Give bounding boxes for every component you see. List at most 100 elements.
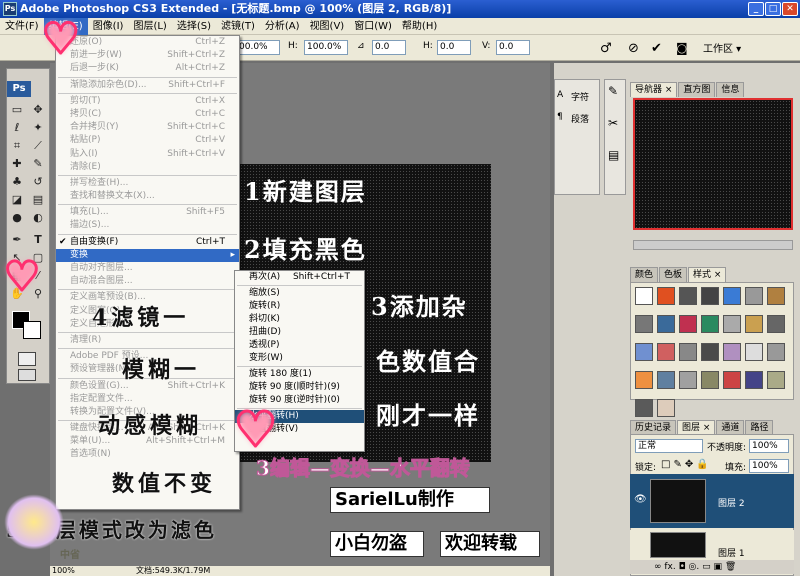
pen-tool-icon[interactable]: ✒ bbox=[10, 233, 24, 247]
gradient-tool-icon[interactable]: ▤ bbox=[31, 193, 45, 207]
maximize-button[interactable]: □ bbox=[765, 2, 781, 16]
transform-menu-item[interactable]: 变形(W) bbox=[235, 352, 364, 365]
layer-row-layer1[interactable]: 图层 1 bbox=[630, 530, 794, 560]
style-swatch[interactable] bbox=[745, 287, 763, 305]
style-swatch[interactable] bbox=[635, 315, 653, 333]
style-swatch[interactable] bbox=[767, 371, 785, 389]
character-panel-button[interactable]: 字符 bbox=[571, 90, 589, 103]
transform-menu-item[interactable]: 旋转 90 度(顺时针)(9) bbox=[235, 381, 364, 394]
transform-menu-item[interactable]: 扭曲(D) bbox=[235, 326, 364, 339]
style-swatch[interactable] bbox=[723, 343, 741, 361]
tab-color[interactable]: 颜色 bbox=[630, 267, 659, 282]
style-swatch[interactable] bbox=[635, 287, 653, 305]
warp-icon[interactable]: ♂ bbox=[600, 41, 612, 56]
menu-layer[interactable]: 图层(L) bbox=[128, 18, 171, 35]
brush-presets-icon[interactable]: ✎ bbox=[608, 84, 618, 98]
tab-channels[interactable]: 通道 bbox=[716, 420, 745, 435]
screen-mode-icon[interactable] bbox=[18, 369, 36, 381]
menu-filter[interactable]: 滤镜(T) bbox=[216, 18, 260, 35]
tab-styles[interactable]: 样式 × bbox=[688, 267, 727, 282]
healing-brush-icon[interactable]: ✚ bbox=[10, 157, 24, 171]
tab-paths[interactable]: 路径 bbox=[745, 420, 774, 435]
style-swatch[interactable] bbox=[767, 315, 785, 333]
style-swatch[interactable] bbox=[657, 287, 675, 305]
lasso-tool-icon[interactable]: ℓ bbox=[10, 121, 24, 135]
style-swatch[interactable] bbox=[745, 371, 763, 389]
tab-info[interactable]: 信息 bbox=[716, 82, 745, 97]
edit-menu-item[interactable]: 自由变换(F) Ctrl+T ✔ bbox=[56, 236, 239, 249]
tab-navigator[interactable]: 导航器 × bbox=[630, 82, 678, 97]
menu-window[interactable]: 窗口(W) bbox=[349, 18, 397, 35]
vskew-input[interactable]: 0.0 bbox=[496, 40, 530, 55]
style-swatch[interactable] bbox=[679, 287, 697, 305]
blend-mode-select[interactable]: 正常 bbox=[635, 439, 703, 453]
style-swatch[interactable] bbox=[745, 315, 763, 333]
bridge-icon[interactable]: ◙ bbox=[676, 41, 688, 55]
style-swatch[interactable] bbox=[745, 343, 763, 361]
style-swatch[interactable] bbox=[657, 315, 675, 333]
style-swatch[interactable] bbox=[701, 371, 719, 389]
move-tool-icon[interactable]: ✥ bbox=[31, 103, 45, 117]
tab-histogram[interactable]: 直方图 bbox=[678, 82, 716, 97]
tab-layers[interactable]: 图层 × bbox=[677, 420, 716, 435]
transform-menu-item[interactable]: 透视(P) bbox=[235, 339, 364, 352]
style-swatch[interactable] bbox=[723, 315, 741, 333]
navigator-preview[interactable] bbox=[633, 98, 793, 230]
crop-tool-icon[interactable]: ⌗ bbox=[10, 139, 24, 153]
workspace-button[interactable]: 工作区 ▾ bbox=[703, 40, 741, 55]
style-swatch[interactable] bbox=[679, 343, 697, 361]
commit-transform-icon[interactable]: ✔ bbox=[651, 41, 662, 56]
navigator-zoom-slider[interactable] bbox=[633, 240, 793, 250]
marquee-tool-icon[interactable]: ▭ bbox=[10, 103, 24, 117]
character-icon[interactable]: A bbox=[557, 90, 563, 100]
menu-select[interactable]: 选择(S) bbox=[172, 18, 216, 35]
style-swatch[interactable] bbox=[701, 287, 719, 305]
width-scale-input[interactable]: 00.0% bbox=[236, 40, 280, 55]
style-swatch[interactable] bbox=[635, 343, 653, 361]
style-swatch[interactable] bbox=[635, 399, 653, 417]
angle-input[interactable]: 0.0 bbox=[372, 40, 406, 55]
paragraph-icon[interactable]: ¶ bbox=[557, 112, 563, 122]
menu-file[interactable]: 文件(F) bbox=[0, 18, 44, 35]
tab-history[interactable]: 历史记录 bbox=[630, 420, 677, 435]
layer-row-layer2[interactable]: 👁 图层 2 bbox=[630, 474, 794, 528]
style-swatch[interactable] bbox=[635, 371, 653, 389]
style-swatch[interactable] bbox=[723, 371, 741, 389]
eraser-tool-icon[interactable]: ◪ bbox=[10, 193, 24, 207]
background-color-swatch[interactable] bbox=[23, 321, 41, 339]
layer-comps-icon[interactable]: ▤ bbox=[608, 148, 619, 162]
zoom-level[interactable]: 100% bbox=[52, 566, 75, 576]
hskew-input[interactable]: 0.0 bbox=[437, 40, 471, 55]
fill-input[interactable]: 100% bbox=[749, 459, 789, 473]
style-swatch[interactable] bbox=[701, 315, 719, 333]
magic-wand-icon[interactable]: ✦ bbox=[31, 121, 45, 135]
layer-visibility-icon[interactable]: 👁 bbox=[634, 494, 647, 505]
lock-icons[interactable]: □✎✥🔒 bbox=[661, 459, 712, 470]
type-tool-icon[interactable]: T bbox=[31, 233, 45, 247]
history-brush-icon[interactable]: ↺ bbox=[31, 175, 45, 189]
dodge-tool-icon[interactable]: ◐ bbox=[31, 211, 45, 225]
layers-bottom-toolbar[interactable]: ∞ fx. ◘ ◎. ▭ ▣ 🗑 bbox=[630, 560, 794, 574]
menu-analysis[interactable]: 分析(A) bbox=[260, 18, 305, 35]
blur-tool-icon[interactable]: ● bbox=[10, 211, 24, 225]
transform-menu-item[interactable]: 旋转 180 度(1) bbox=[235, 368, 364, 381]
quick-mask-icon[interactable] bbox=[18, 352, 36, 366]
style-swatch[interactable] bbox=[657, 371, 675, 389]
transform-menu-item[interactable]: 再次(A) Shift+Ctrl+T bbox=[235, 271, 364, 284]
style-swatch[interactable] bbox=[657, 399, 675, 417]
paragraph-panel-button[interactable]: 段落 bbox=[571, 112, 589, 125]
edit-menu-item[interactable]: 变换 ▸ bbox=[56, 248, 239, 262]
transform-menu-item[interactable]: 斜切(K) bbox=[235, 313, 364, 326]
tool-presets-icon[interactable]: ✂ bbox=[608, 116, 618, 130]
minimize-button[interactable]: _ bbox=[748, 2, 764, 16]
slice-tool-icon[interactable]: ⟋ bbox=[31, 139, 45, 153]
style-swatch[interactable] bbox=[767, 287, 785, 305]
close-button[interactable]: ✕ bbox=[782, 2, 798, 16]
brush-tool-icon[interactable]: ✎ bbox=[31, 157, 45, 171]
cancel-transform-icon[interactable]: ⊘ bbox=[628, 41, 639, 56]
clone-stamp-icon[interactable]: ♣ bbox=[10, 175, 24, 189]
style-swatch[interactable] bbox=[679, 315, 697, 333]
transform-menu-item[interactable]: 缩放(S) bbox=[235, 287, 364, 300]
menu-view[interactable]: 视图(V) bbox=[305, 18, 350, 35]
style-swatch[interactable] bbox=[657, 343, 675, 361]
